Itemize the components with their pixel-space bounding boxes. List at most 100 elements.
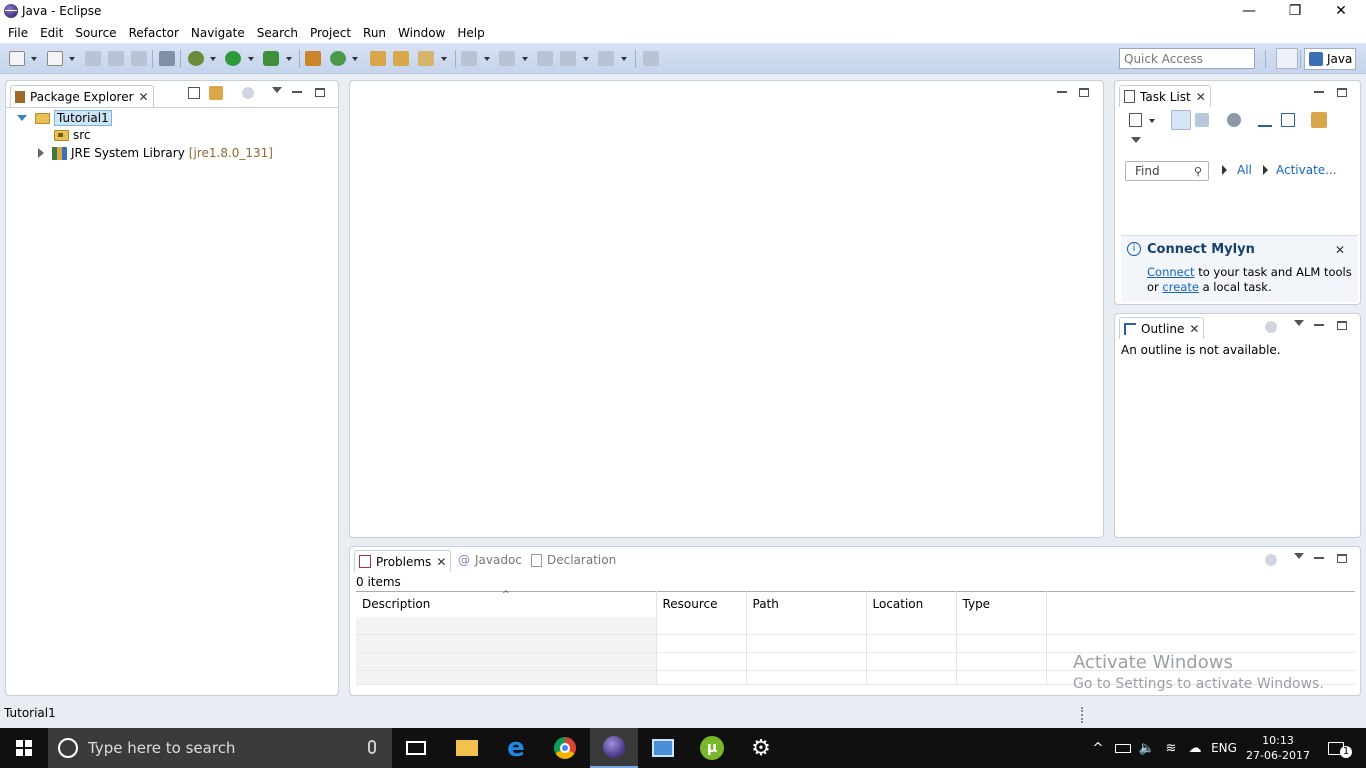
restore-window-button[interactable]: ❐ [1272,0,1318,22]
next-annotation-icon[interactable] [461,51,477,66]
prev-annotation-dropdown-icon[interactable] [522,57,528,61]
action-center-button[interactable]: 1 [1320,728,1360,768]
wifi-icon[interactable]: ≋ [1160,728,1182,768]
column-path[interactable]: Path [746,591,867,617]
tab-task-list[interactable]: Task List ✕ [1119,85,1211,107]
tab-declaration[interactable]: Declaration [531,553,616,567]
open-task-icon[interactable] [393,51,409,66]
open-perspective-button[interactable] [1276,48,1298,69]
scheduled-icon[interactable] [1195,113,1209,127]
all-tasks-link[interactable]: All [1237,163,1252,177]
forward-icon[interactable] [598,51,614,66]
pin-editor-icon[interactable] [643,51,659,66]
close-mylyn-icon[interactable]: ✕ [1335,243,1345,257]
tree-item-src[interactable]: src [54,128,91,142]
menu-help[interactable]: Help [451,26,490,40]
minimize-view-icon[interactable] [1314,91,1324,93]
chrome-button[interactable] [541,728,589,768]
search-tool-icon[interactable] [418,51,434,66]
menu-refactor[interactable]: Refactor [123,26,185,40]
debug-dropdown-icon[interactable] [210,57,216,61]
minimize-view-icon[interactable] [1314,324,1324,326]
link-with-editor-icon[interactable] [209,86,223,100]
tab-package-explorer[interactable]: Package Explorer ✕ [10,85,154,107]
focus-active-task-icon[interactable] [1265,554,1277,566]
view-menu-icon[interactable] [272,87,282,93]
tab-javadoc[interactable]: @ Javadoc [458,553,522,567]
open-type-icon[interactable] [370,51,386,66]
maximize-editor-icon[interactable] [1079,88,1089,97]
file-explorer-button[interactable] [443,728,491,768]
minimize-view-icon[interactable] [1314,557,1324,559]
save-icon[interactable] [85,51,101,66]
clock[interactable]: 10:13 27-06-2017 [1244,728,1312,768]
focus-workweek-icon[interactable] [1227,113,1241,127]
language-indicator[interactable]: ENG [1208,728,1240,768]
menu-source[interactable]: Source [69,26,122,40]
menu-project[interactable]: Project [304,26,357,40]
tree-item-jre[interactable]: JRE System Library [jre1.8.0_131] [38,146,273,160]
hide-completed-icon[interactable] [1258,113,1272,127]
save-all-icon[interactable] [108,51,124,66]
menu-run[interactable]: Run [357,26,392,40]
external-tools-icon[interactable] [263,51,279,66]
java-perspective-button[interactable]: Java [1304,48,1356,70]
edge-button[interactable]: e [492,728,540,768]
prev-annotation-icon[interactable] [499,51,515,66]
run-dropdown-icon[interactable] [248,57,254,61]
categorized-icon[interactable] [1171,110,1191,130]
column-resource[interactable]: Resource [656,591,747,617]
new-dropdown-icon[interactable] [31,57,37,61]
maximize-view-icon[interactable] [1337,321,1347,330]
menu-edit[interactable]: Edit [34,26,69,40]
close-problems-icon[interactable]: ✕ [436,555,446,569]
chevron-up-icon[interactable]: ^ [1088,728,1108,768]
close-task-list-icon[interactable]: ✕ [1196,90,1206,104]
back-icon[interactable] [560,51,576,66]
tab-problems[interactable]: Problems ✕ [354,550,452,572]
close-outline-icon[interactable]: ✕ [1189,322,1199,336]
maximize-view-icon[interactable] [315,88,325,97]
view-menu-icon[interactable] [1294,320,1304,326]
focus-active-task-icon[interactable] [242,87,254,99]
skip-breakpoints-icon[interactable] [159,51,175,66]
maximize-view-icon[interactable] [1337,88,1347,97]
new-class-icon[interactable] [330,51,346,66]
app-button[interactable] [639,728,687,768]
onedrive-icon[interactable]: ☁ [1184,728,1206,768]
menu-navigate[interactable]: Navigate [185,26,251,40]
collapse-all-icon[interactable] [188,87,200,99]
new-class-dropdown-icon[interactable] [352,57,358,61]
close-package-explorer-icon[interactable]: ✕ [139,90,149,104]
microphone-icon[interactable] [368,740,376,754]
run-icon[interactable] [225,51,241,66]
menu-search[interactable]: Search [251,26,304,40]
column-type[interactable]: Type [956,591,1047,617]
tree-item-project[interactable]: Tutorial1 [17,110,112,126]
synchronize-icon[interactable] [1311,112,1327,128]
new-task-dropdown-icon[interactable] [1149,119,1155,123]
collapse-icon[interactable] [38,148,44,158]
external-tools-dropdown-icon[interactable] [286,57,292,61]
task-view-button[interactable] [392,728,440,768]
expand-icon[interactable] [17,115,27,121]
new-icon[interactable] [9,51,25,66]
forward-dropdown-icon[interactable] [621,57,627,61]
start-button[interactable] [0,728,48,768]
column-location[interactable]: Location [866,591,957,617]
new-java-icon[interactable] [47,51,63,66]
create-link[interactable]: create [1162,280,1199,294]
close-window-button[interactable]: ✕ [1318,0,1364,22]
maximize-view-icon[interactable] [1337,554,1347,563]
quick-access-input[interactable] [1119,48,1255,69]
back-dropdown-icon[interactable] [583,57,589,61]
utorrent-button[interactable]: µ [688,728,736,768]
menu-file[interactable]: File [2,26,34,40]
next-annotation-dropdown-icon[interactable] [484,57,490,61]
search-dropdown-icon[interactable] [441,57,447,61]
volume-icon[interactable]: 🔈 [1136,728,1158,768]
tab-outline[interactable]: Outline ✕ [1119,317,1205,339]
view-menu-icon[interactable] [1294,553,1304,559]
task-find-input[interactable]: Find ⚲ [1125,161,1209,181]
column-description[interactable]: Description ^ [356,590,657,617]
